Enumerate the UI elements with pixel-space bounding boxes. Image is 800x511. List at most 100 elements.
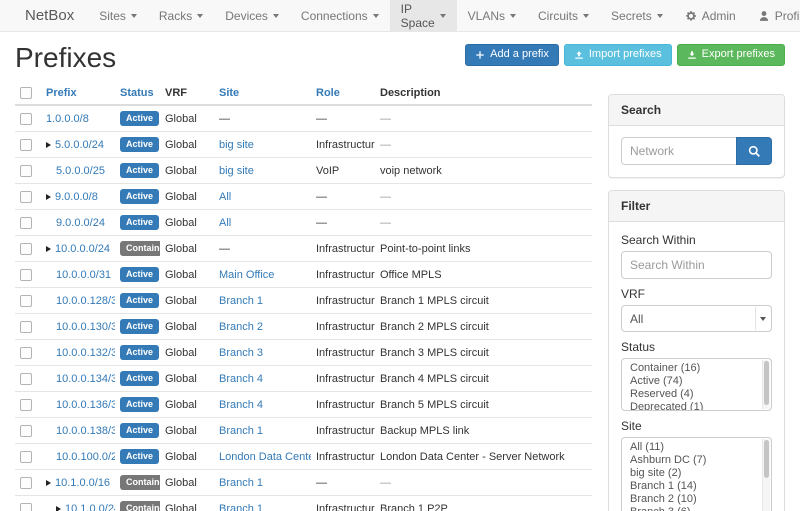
prefix-link[interactable]: 10.0.0.0/24 (55, 243, 110, 255)
status-badge: Active (120, 319, 159, 334)
site-link[interactable]: Branch 1 (219, 477, 263, 489)
site-link[interactable]: Branch 1 (219, 503, 263, 511)
prefix-link[interactable]: 10.0.0.132/31 (56, 347, 115, 359)
site-link[interactable]: Branch 4 (219, 399, 263, 411)
prefix-link[interactable]: 9.0.0.0/8 (55, 191, 98, 203)
listbox-option[interactable]: Deprecated (1) (622, 401, 771, 411)
site-link[interactable]: Main Office (219, 269, 274, 281)
prefix-link[interactable]: 10.0.0.128/31 (56, 295, 115, 307)
nav-item-ip-space[interactable]: IP Space (390, 0, 457, 31)
prefix-link[interactable]: 1.0.0.0/8 (46, 113, 89, 125)
site-link[interactable]: big site (219, 165, 254, 177)
prefix-link[interactable]: 10.0.0.130/31 (56, 321, 115, 333)
listbox-option[interactable]: All (11) (622, 441, 771, 454)
site-link[interactable]: Branch 1 (219, 425, 263, 437)
site-link[interactable]: Branch 4 (219, 373, 263, 385)
row-checkbox[interactable] (20, 347, 32, 359)
prefix-link[interactable]: 10.1.0.0/24 (65, 503, 115, 511)
export-prefixes-button[interactable]: Export prefixes (677, 44, 785, 66)
role-cell: — (311, 105, 375, 132)
column-header-prefix[interactable]: Prefix (41, 82, 115, 105)
vrf-cell: Global (160, 470, 214, 496)
site-link[interactable]: All (219, 191, 231, 203)
prefix-link[interactable]: 10.0.100.0/24 (56, 451, 115, 463)
prefix-link[interactable]: 5.0.0.0/24 (55, 139, 104, 151)
row-checkbox[interactable] (20, 243, 32, 255)
nav-item-vlans[interactable]: VLANs (457, 0, 527, 31)
listbox-option[interactable]: Branch 1 (14) (622, 480, 771, 493)
site-link[interactable]: London Data Center (219, 451, 311, 463)
user-icon (758, 9, 771, 22)
nav-item-sites[interactable]: Sites (88, 0, 148, 31)
prefix-link[interactable]: 9.0.0.0/24 (56, 217, 105, 229)
site-link[interactable]: big site (219, 139, 254, 151)
prefix-link[interactable]: 10.0.0.136/31 (56, 399, 115, 411)
site-link[interactable]: Branch 2 (219, 321, 263, 333)
status-badge: Active (120, 371, 159, 386)
prefix-link[interactable]: 10.0.0.138/31 (56, 425, 115, 437)
listbox-option[interactable]: Ashburn DC (7) (622, 454, 771, 467)
nav-item-label: Circuits (538, 9, 578, 23)
status-listbox[interactable]: Container (16)Active (74)Reserved (4)Dep… (621, 358, 772, 411)
row-checkbox[interactable] (20, 451, 32, 463)
site-listbox[interactable]: All (11)Ashburn DC (7)big site (2)Branch… (621, 437, 772, 511)
nav-item-label: Profile (775, 9, 800, 23)
listbox-option[interactable]: Reserved (4) (622, 388, 771, 401)
role-cell: Infrastructure (311, 262, 375, 288)
nav-item-profile[interactable]: Profile (747, 0, 800, 31)
row-checkbox[interactable] (20, 503, 32, 511)
nav-item-devices[interactable]: Devices (214, 0, 290, 31)
column-header-role[interactable]: Role (311, 82, 375, 105)
status-badge: Container (120, 475, 160, 490)
vrf-cell: Global (160, 105, 214, 132)
search-within-input[interactable] (621, 251, 772, 279)
row-checkbox[interactable] (20, 295, 32, 307)
vrf-select[interactable]: All (621, 305, 772, 332)
import-prefixes-button[interactable]: Import prefixes (564, 44, 672, 66)
search-input[interactable] (621, 137, 736, 165)
row-checkbox[interactable] (20, 477, 32, 489)
prefix-link[interactable]: 10.0.0.134/31 (56, 373, 115, 385)
row-checkbox[interactable] (20, 113, 32, 125)
nav-item-admin[interactable]: Admin (674, 0, 747, 31)
site-link[interactable]: Branch 1 (219, 295, 263, 307)
column-header-site[interactable]: Site (214, 82, 311, 105)
row-checkbox[interactable] (20, 399, 32, 411)
listbox-option[interactable]: big site (2) (622, 467, 771, 480)
row-checkbox[interactable] (20, 373, 32, 385)
vrf-cell: Global (160, 314, 214, 340)
row-checkbox[interactable] (20, 321, 32, 333)
table-row: 10.0.0.128/31ActiveGlobalBranch 1Infrast… (15, 288, 592, 314)
description-cell: Branch 1 MPLS circuit (375, 288, 592, 314)
listbox-option[interactable]: Container (16) (622, 362, 771, 375)
nav-item-secrets[interactable]: Secrets (600, 0, 674, 31)
scrollbar[interactable] (762, 360, 770, 409)
scrollbar[interactable] (762, 439, 770, 511)
nav-item-connections[interactable]: Connections (290, 0, 390, 31)
prefix-link[interactable]: 10.1.0.0/16 (55, 477, 110, 489)
select-all-checkbox[interactable] (20, 87, 32, 99)
prefix-link[interactable]: 10.0.0.0/31 (56, 269, 111, 281)
row-checkbox[interactable] (20, 217, 32, 229)
column-header-status[interactable]: Status (115, 82, 160, 105)
row-checkbox[interactable] (20, 191, 32, 203)
nav-menu: SitesRacksDevicesConnectionsIP SpaceVLAN… (88, 0, 674, 31)
site-link[interactable]: All (219, 217, 231, 229)
brand-netbox[interactable]: NetBox (0, 0, 88, 31)
row-checkbox[interactable] (20, 139, 32, 151)
vrf-select-button[interactable] (755, 307, 770, 330)
status-badge: Active (120, 111, 159, 126)
prefix-link[interactable]: 5.0.0.0/25 (56, 165, 105, 177)
row-checkbox[interactable] (20, 165, 32, 177)
nav-item-racks[interactable]: Racks (148, 0, 214, 31)
listbox-option[interactable]: Branch 2 (10) (622, 493, 771, 506)
nav-item-circuits[interactable]: Circuits (527, 0, 600, 31)
chevron-down-icon (373, 14, 379, 18)
search-button[interactable] (736, 137, 772, 165)
listbox-option[interactable]: Active (74) (622, 375, 771, 388)
row-checkbox[interactable] (20, 269, 32, 281)
row-checkbox[interactable] (20, 425, 32, 437)
add-a-prefix-button[interactable]: Add a prefix (465, 44, 559, 66)
listbox-option[interactable]: Branch 3 (6) (622, 506, 771, 511)
site-link[interactable]: Branch 3 (219, 347, 263, 359)
